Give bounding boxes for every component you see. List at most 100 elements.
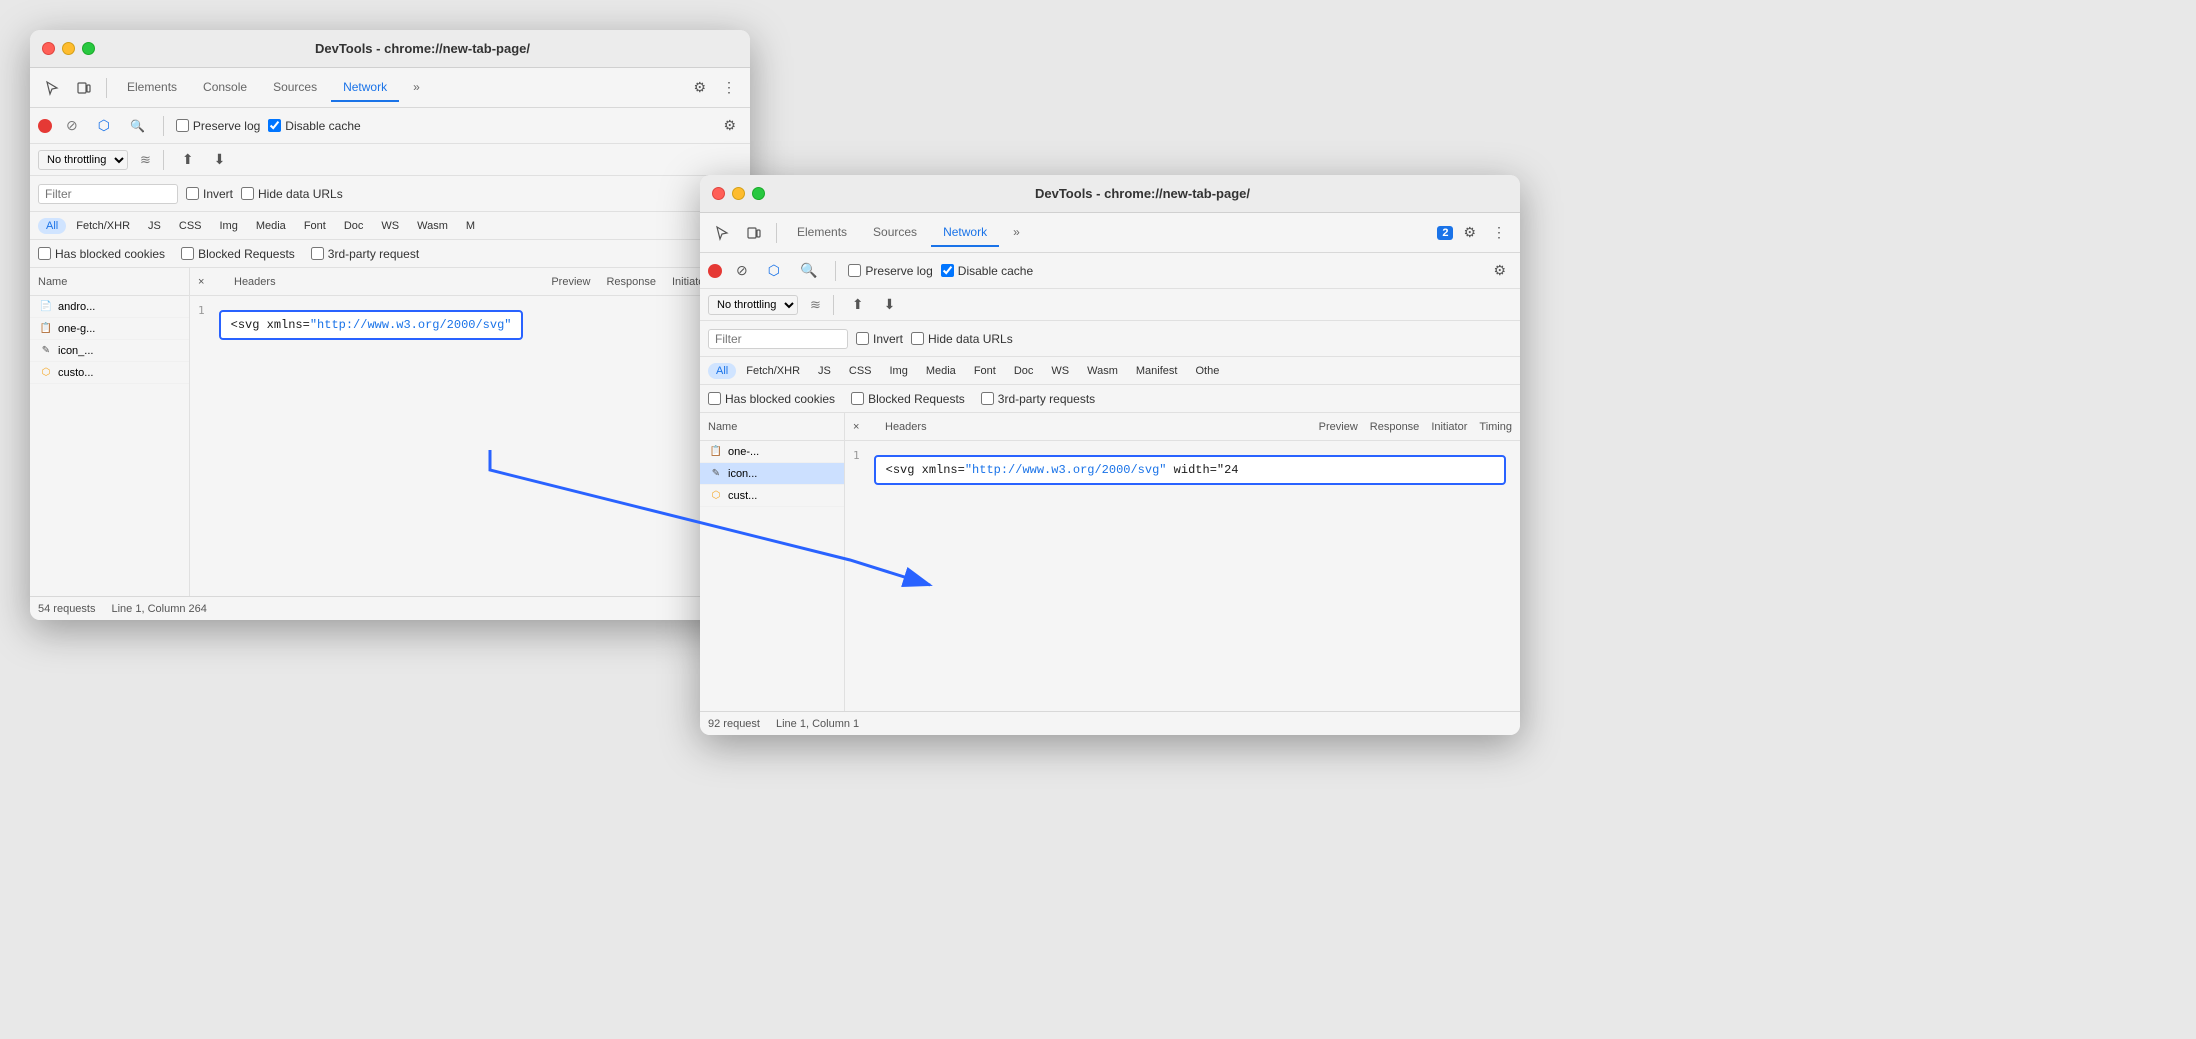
type-ws-2[interactable]: WS: [1043, 363, 1077, 379]
type-xhr-2[interactable]: Fetch/XHR: [738, 363, 808, 379]
gear-button-2[interactable]: ⚙: [1457, 220, 1482, 245]
blocked-cookies-label-2[interactable]: Has blocked cookies: [708, 392, 835, 406]
disable-cache-checkbox-1[interactable]: [268, 119, 281, 132]
cursor-tool-button[interactable]: [38, 76, 66, 100]
maximize-button-1[interactable]: [82, 42, 95, 55]
blocked-requests-label-1[interactable]: Blocked Requests: [181, 247, 295, 261]
type-doc-2[interactable]: Doc: [1006, 363, 1042, 379]
tab-elements-1[interactable]: Elements: [115, 74, 189, 102]
type-img-1[interactable]: Img: [212, 218, 246, 234]
hide-data-urls-label-1[interactable]: Hide data URLs: [241, 187, 343, 201]
invert-label-2[interactable]: Invert: [856, 332, 903, 346]
throttle-select-2[interactable]: No throttling: [708, 295, 798, 315]
preserve-log-checkbox-2[interactable]: [848, 264, 861, 277]
preserve-log-label-2[interactable]: Preserve log: [848, 264, 932, 278]
type-js-2[interactable]: JS: [810, 363, 839, 379]
clear-button-1[interactable]: ⊘: [60, 113, 84, 138]
third-party-label-2[interactable]: 3rd-party requests: [981, 392, 1095, 406]
tab-more-1[interactable]: »: [401, 74, 432, 102]
table-row-4[interactable]: ⬡ custo...: [30, 362, 189, 384]
table-row-2[interactable]: 📋 one-g...: [30, 318, 189, 340]
more-button-1[interactable]: ⋮: [716, 75, 742, 100]
disable-cache-label-2[interactable]: Disable cache: [941, 264, 1033, 278]
type-all-2[interactable]: All: [708, 363, 736, 379]
table-row-2-3[interactable]: ⬡ cust...: [700, 485, 844, 507]
more-button-2[interactable]: ⋮: [1486, 220, 1512, 245]
cursor-tool-button-2[interactable]: [708, 221, 736, 245]
network-settings-1[interactable]: ⚙: [717, 113, 742, 138]
tab-sources-2[interactable]: Sources: [861, 219, 929, 247]
gear-button-1[interactable]: ⚙: [687, 75, 712, 100]
preserve-log-checkbox-1[interactable]: [176, 119, 189, 132]
throttle-select-1[interactable]: No throttling: [38, 150, 128, 170]
type-wasm-1[interactable]: Wasm: [409, 218, 456, 234]
clear-button-2[interactable]: ⊘: [730, 258, 754, 283]
upload-button-2[interactable]: ⬆: [846, 292, 870, 317]
download-button-1[interactable]: ⬇: [208, 147, 232, 172]
device-toggle-button-2[interactable]: [740, 221, 768, 245]
filter-toggle-2[interactable]: ⬡: [762, 258, 786, 283]
tab-elements-2[interactable]: Elements: [785, 219, 859, 247]
record-button-1[interactable]: [38, 119, 52, 133]
type-doc-1[interactable]: Doc: [336, 218, 372, 234]
upload-button-1[interactable]: ⬆: [176, 147, 200, 172]
third-party-cb-1[interactable]: [311, 247, 324, 260]
minimize-button-1[interactable]: [62, 42, 75, 55]
close-button-2[interactable]: [712, 187, 725, 200]
table-row-1[interactable]: 📄 andro...: [30, 296, 189, 318]
third-party-label-1[interactable]: 3rd-party request: [311, 247, 419, 261]
type-css-2[interactable]: CSS: [841, 363, 880, 379]
type-js-1[interactable]: JS: [140, 218, 169, 234]
tab-network-2[interactable]: Network: [931, 219, 999, 247]
minimize-button-2[interactable]: [732, 187, 745, 200]
devtools-window-1: DevTools - chrome://new-tab-page/ Elemen…: [30, 30, 750, 620]
type-font-2[interactable]: Font: [966, 363, 1004, 379]
type-manifest-1[interactable]: M: [458, 218, 483, 234]
type-wasm-2[interactable]: Wasm: [1079, 363, 1126, 379]
type-media-2[interactable]: Media: [918, 363, 964, 379]
table-row-3[interactable]: ✎ icon_...: [30, 340, 189, 362]
type-css-1[interactable]: CSS: [171, 218, 210, 234]
table-row-2-1[interactable]: 📋 one-...: [700, 441, 844, 463]
invert-checkbox-2[interactable]: [856, 332, 869, 345]
blocked-requests-cb-1[interactable]: [181, 247, 194, 260]
disable-cache-checkbox-2[interactable]: [941, 264, 954, 277]
record-button-2[interactable]: [708, 264, 722, 278]
search-button-1[interactable]: 🔍: [124, 115, 151, 137]
type-manifest-2[interactable]: Manifest: [1128, 363, 1186, 379]
filter-input-1[interactable]: [38, 184, 178, 204]
close-button-1[interactable]: [42, 42, 55, 55]
type-all-1[interactable]: All: [38, 218, 66, 234]
blocked-requests-label-2[interactable]: Blocked Requests: [851, 392, 965, 406]
filter-input-2[interactable]: [708, 329, 848, 349]
download-button-2[interactable]: ⬇: [878, 292, 902, 317]
blocked-requests-cb-2[interactable]: [851, 392, 864, 405]
tab-network-1[interactable]: Network: [331, 74, 399, 102]
filter-toggle-1[interactable]: ⬡: [92, 113, 116, 138]
tab-console-1[interactable]: Console: [191, 74, 259, 102]
type-font-1[interactable]: Font: [296, 218, 334, 234]
hide-data-urls-checkbox-1[interactable]: [241, 187, 254, 200]
type-other-2[interactable]: Othe: [1187, 363, 1227, 379]
third-party-cb-2[interactable]: [981, 392, 994, 405]
type-media-1[interactable]: Media: [248, 218, 294, 234]
blocked-cookies-cb-1[interactable]: [38, 247, 51, 260]
tab-more-2[interactable]: »: [1001, 219, 1032, 247]
invert-checkbox-1[interactable]: [186, 187, 199, 200]
disable-cache-label-1[interactable]: Disable cache: [268, 119, 360, 133]
type-xhr-1[interactable]: Fetch/XHR: [68, 218, 138, 234]
blocked-cookies-label-1[interactable]: Has blocked cookies: [38, 247, 165, 261]
blocked-cookies-cb-2[interactable]: [708, 392, 721, 405]
device-toggle-button[interactable]: [70, 76, 98, 100]
preserve-log-label-1[interactable]: Preserve log: [176, 119, 260, 133]
hide-data-urls-checkbox-2[interactable]: [911, 332, 924, 345]
invert-label-1[interactable]: Invert: [186, 187, 233, 201]
type-img-2[interactable]: Img: [882, 363, 916, 379]
table-row-2-2[interactable]: ✎ icon...: [700, 463, 844, 485]
tab-sources-1[interactable]: Sources: [261, 74, 329, 102]
type-ws-1[interactable]: WS: [373, 218, 407, 234]
network-settings-2[interactable]: ⚙: [1487, 258, 1512, 283]
hide-data-urls-label-2[interactable]: Hide data URLs: [911, 332, 1013, 346]
maximize-button-2[interactable]: [752, 187, 765, 200]
search-button-2[interactable]: 🔍: [794, 258, 823, 283]
